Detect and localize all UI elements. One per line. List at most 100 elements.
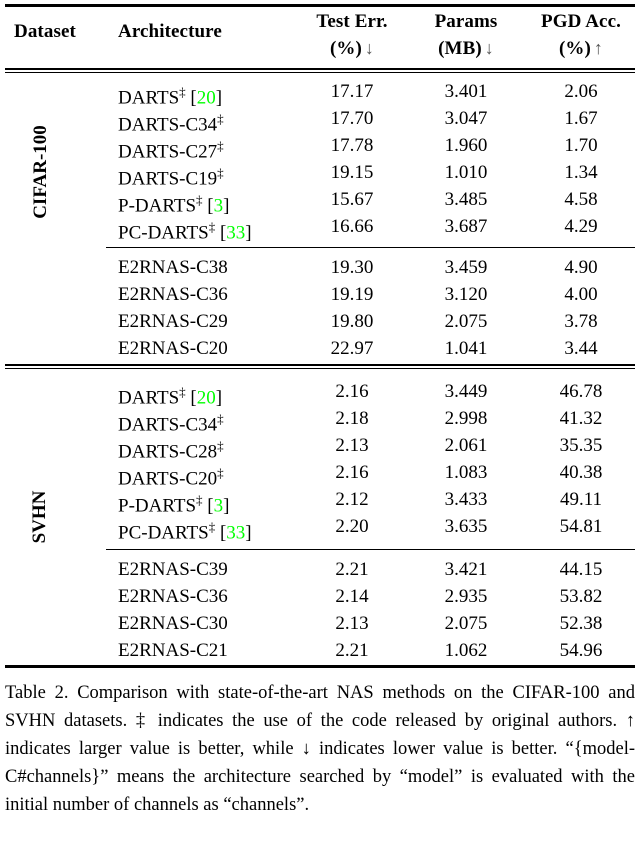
cell-test-err: 17.78 bbox=[330, 135, 374, 156]
caption-label: Table 2. bbox=[5, 683, 78, 703]
table-row: DARTS-C34‡ 2.18 2.998 41.32 bbox=[0, 405, 640, 435]
cell-test-err: 22.97 bbox=[330, 338, 374, 359]
cell-test-err: 16.66 bbox=[330, 216, 374, 237]
cell-test-err: 19.19 bbox=[330, 284, 374, 305]
cell-params: 2.998 bbox=[444, 408, 488, 429]
table-row: E2RNAS-C36 2.14 2.935 53.82 bbox=[0, 583, 640, 610]
table-row: P-DARTS‡ [3] 2.12 3.433 49.11 bbox=[0, 486, 640, 516]
table-row: DARTS-C20‡ 2.16 1.083 40.38 bbox=[0, 459, 640, 489]
table-bottom-rule bbox=[5, 665, 635, 668]
architecture-name: E2RNAS-C36 bbox=[118, 284, 228, 305]
cell-params: 1.041 bbox=[444, 338, 488, 359]
cell-pgd-acc: 4.29 bbox=[564, 216, 598, 237]
cell-test-err: 19.80 bbox=[330, 311, 374, 332]
cell-test-err: 2.13 bbox=[335, 613, 369, 634]
cell-params: 1.010 bbox=[444, 162, 488, 183]
column-header-pgd-acc-line1: PGD Acc. bbox=[541, 11, 621, 32]
architecture-name: E2RNAS-C36 bbox=[118, 586, 228, 607]
table-row: DARTS‡ [20] 17.17 3.401 2.06 bbox=[0, 78, 640, 108]
double-dagger-icon: ‡ bbox=[217, 138, 224, 153]
pgd-acc-unit: (%) bbox=[558, 38, 591, 59]
arrow-down-icon: ↓ bbox=[364, 38, 375, 58]
architecture-name: PC-DARTS bbox=[118, 222, 209, 244]
cell-params: 3.687 bbox=[444, 216, 488, 237]
cell-pgd-acc: 52.38 bbox=[559, 613, 603, 634]
cell-params: 2.935 bbox=[444, 586, 488, 607]
citation-number: 33 bbox=[226, 522, 246, 544]
cell-params: 2.075 bbox=[444, 311, 488, 332]
cell-pgd-acc: 3.44 bbox=[564, 338, 598, 359]
citation-link[interactable]: [33] bbox=[215, 522, 252, 544]
table-row: DARTS-C28‡ 2.13 2.061 35.35 bbox=[0, 432, 640, 462]
double-dagger-icon: ‡ bbox=[217, 111, 224, 126]
cell-params: 1.062 bbox=[444, 640, 488, 661]
cell-test-err: 2.21 bbox=[335, 640, 369, 661]
cell-pgd-acc: 53.82 bbox=[559, 586, 603, 607]
table-row: PC-DARTS‡ [33] 16.66 3.687 4.29 bbox=[0, 213, 640, 243]
cifar-subgroup-rule bbox=[106, 247, 635, 248]
cell-test-err: 15.67 bbox=[330, 189, 374, 210]
table-figure: Dataset Architecture Test Err. (%) ↓ Para… bbox=[0, 0, 640, 853]
column-header-params-line1: Params bbox=[434, 11, 498, 32]
cell-architecture: E2RNAS-C29 bbox=[118, 308, 228, 335]
cell-params: 3.433 bbox=[444, 489, 488, 510]
cell-pgd-acc: 4.00 bbox=[564, 284, 598, 305]
cell-test-err: 2.18 bbox=[335, 408, 369, 429]
citation-number: 33 bbox=[226, 222, 246, 244]
params-unit: (MB) bbox=[438, 38, 482, 59]
cell-pgd-acc: 54.96 bbox=[559, 640, 603, 661]
cell-test-err: 2.16 bbox=[335, 381, 369, 402]
cell-params: 2.075 bbox=[444, 613, 488, 634]
cell-test-err: 19.30 bbox=[330, 257, 374, 278]
architecture-name: E2RNAS-C38 bbox=[118, 257, 228, 278]
cell-test-err: 2.21 bbox=[335, 559, 369, 580]
column-header-test-err-line2: (%) ↓ bbox=[300, 35, 404, 62]
citation-link[interactable]: [33] bbox=[215, 222, 252, 244]
cell-pgd-acc: 40.38 bbox=[559, 462, 603, 483]
column-header-test-err-line1: Test Err. bbox=[316, 11, 388, 32]
architecture-name: PC-DARTS bbox=[118, 522, 209, 544]
cell-pgd-acc: 2.06 bbox=[564, 81, 598, 102]
architecture-name: E2RNAS-C30 bbox=[118, 613, 228, 634]
cell-params: 2.061 bbox=[444, 435, 488, 456]
table-row: DARTS‡ [20] 2.16 3.449 46.78 bbox=[0, 378, 640, 408]
double-dagger-icon: ‡ bbox=[217, 165, 224, 180]
table-row: P-DARTS‡ [3] 15.67 3.485 4.58 bbox=[0, 186, 640, 216]
cell-pgd-acc: 35.35 bbox=[559, 435, 603, 456]
cell-test-err: 17.70 bbox=[330, 108, 374, 129]
cell-params: 1.960 bbox=[444, 135, 488, 156]
cell-test-err: 19.15 bbox=[330, 162, 374, 183]
architecture-name: E2RNAS-C21 bbox=[118, 640, 228, 661]
cell-params: 3.421 bbox=[444, 559, 488, 580]
table-row: E2RNAS-C29 19.80 2.075 3.78 bbox=[0, 308, 640, 335]
cell-test-err: 2.16 bbox=[335, 462, 369, 483]
cell-pgd-acc: 46.78 bbox=[559, 381, 603, 402]
column-header-pgd-acc-line2: (%) ↑ bbox=[528, 35, 634, 62]
cell-architecture: PC-DARTS‡ [33] bbox=[118, 513, 252, 546]
table-row: DARTS-C19‡ 19.15 1.010 1.34 bbox=[0, 159, 640, 189]
table-caption: Table 2. Comparison with state-of-the-ar… bbox=[5, 679, 635, 819]
cell-pgd-acc: 4.90 bbox=[564, 257, 598, 278]
table-row: DARTS-C34‡ 17.70 3.047 1.67 bbox=[0, 105, 640, 135]
group-separator-rule-a bbox=[5, 364, 635, 366]
cell-params: 1.083 bbox=[444, 462, 488, 483]
cell-architecture: E2RNAS-C39 bbox=[118, 556, 228, 583]
cell-pgd-acc: 3.78 bbox=[564, 311, 598, 332]
architecture-name: E2RNAS-C39 bbox=[118, 559, 228, 580]
cell-pgd-acc: 1.34 bbox=[564, 162, 598, 183]
table-row: E2RNAS-C21 2.21 1.062 54.96 bbox=[0, 637, 640, 664]
cell-test-err: 2.12 bbox=[335, 489, 369, 510]
architecture-name: E2RNAS-C20 bbox=[118, 338, 228, 359]
table-row: E2RNAS-C36 19.19 3.120 4.00 bbox=[0, 281, 640, 308]
double-dagger-icon: ‡ bbox=[217, 465, 224, 480]
table-row: E2RNAS-C30 2.13 2.075 52.38 bbox=[0, 610, 640, 637]
column-header-dataset: Dataset bbox=[14, 21, 76, 42]
cell-test-err: 2.14 bbox=[335, 586, 369, 607]
cell-architecture: E2RNAS-C21 bbox=[118, 637, 228, 664]
cell-pgd-acc: 1.67 bbox=[564, 108, 598, 129]
cell-architecture: E2RNAS-C36 bbox=[118, 583, 228, 610]
cell-test-err: 17.17 bbox=[330, 81, 374, 102]
cell-pgd-acc: 44.15 bbox=[559, 559, 603, 580]
table-row: PC-DARTS‡ [33] 2.20 3.635 54.81 bbox=[0, 513, 640, 543]
cell-architecture: PC-DARTS‡ [33] bbox=[118, 213, 252, 246]
